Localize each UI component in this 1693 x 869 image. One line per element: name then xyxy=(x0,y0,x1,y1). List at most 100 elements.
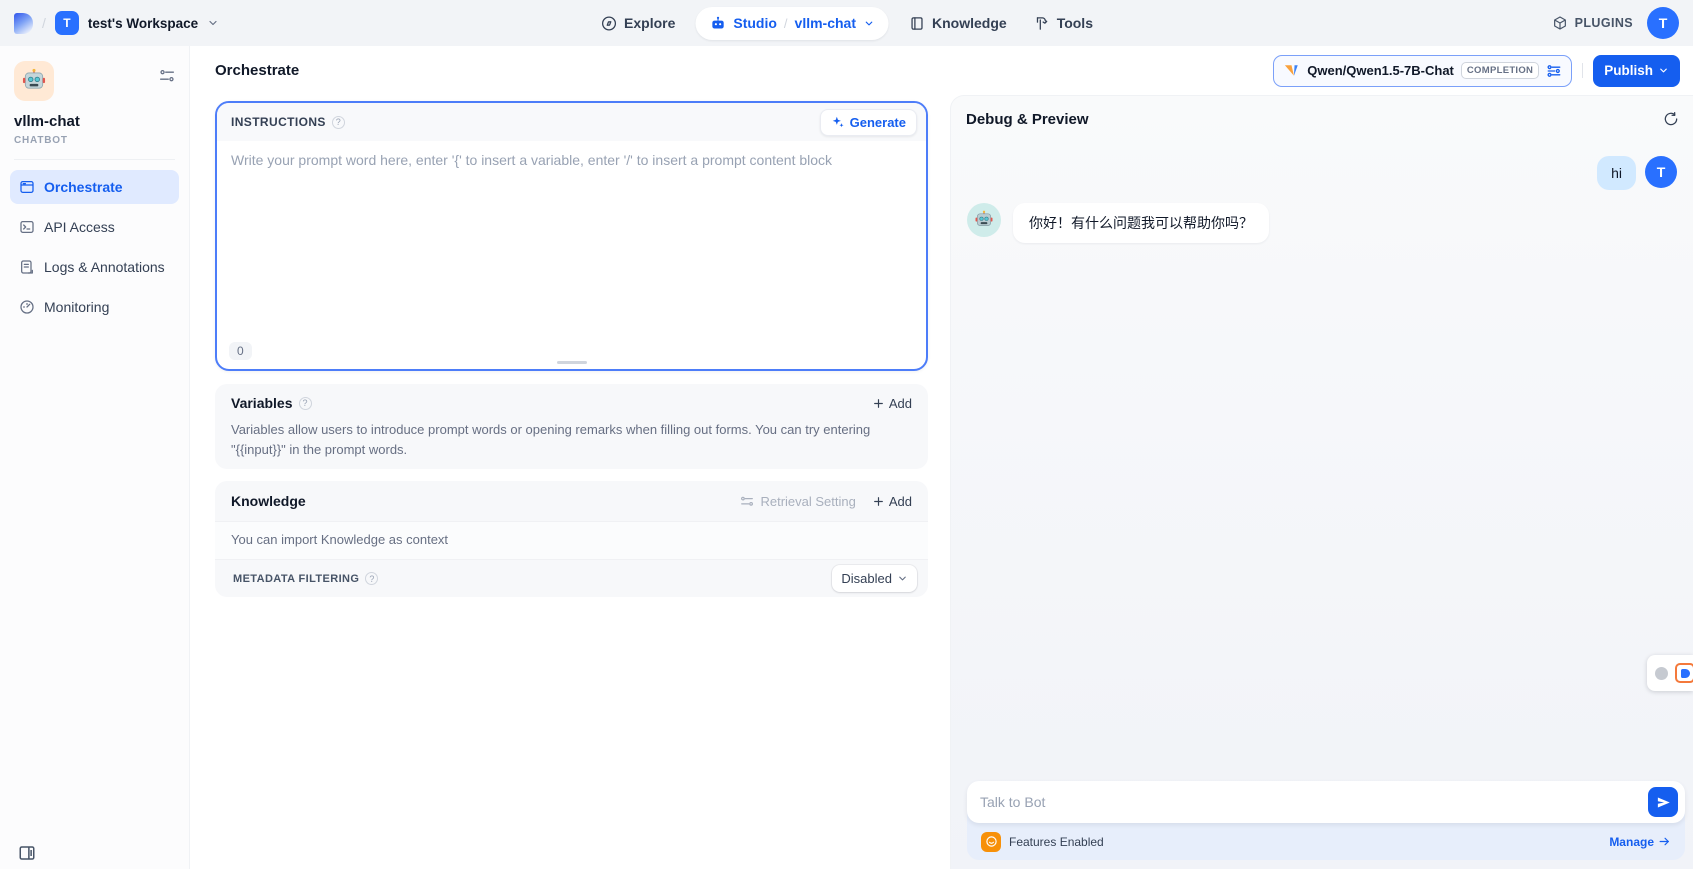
retrieval-setting-button[interactable]: Retrieval Setting xyxy=(740,494,855,509)
send-button[interactable] xyxy=(1648,787,1678,817)
model-mode-badge: COMPLETION xyxy=(1461,62,1539,79)
sidebar-item-label: Orchestrate xyxy=(44,179,123,195)
nav-explore[interactable]: Explore xyxy=(594,15,681,32)
user-message-bubble: hi xyxy=(1597,156,1636,190)
publish-button[interactable]: Publish xyxy=(1593,55,1680,87)
dify-logo[interactable] xyxy=(14,13,33,34)
sidebar-item-logs-annotations[interactable]: Logs & Annotations xyxy=(10,250,179,284)
help-icon[interactable]: ? xyxy=(365,572,378,585)
sidebar-item-label: API Access xyxy=(44,219,115,235)
tune-sliders-icon[interactable] xyxy=(1546,64,1562,78)
help-icon[interactable]: ? xyxy=(332,116,345,129)
app-operations-button[interactable] xyxy=(159,69,175,83)
smile-icon xyxy=(985,835,998,848)
restart-conversation-button[interactable] xyxy=(1659,107,1683,131)
user-chat-avatar: T xyxy=(1645,156,1677,188)
plus-icon xyxy=(872,495,885,508)
chat-area: hi T xyxy=(951,142,1693,771)
generate-button[interactable]: Generate xyxy=(820,109,917,136)
sidebar-app-type-badge: CHATBOT xyxy=(0,130,189,146)
sidebar: vllm-chat CHATBOT Orchestrate API Access… xyxy=(0,46,190,869)
features-icon xyxy=(981,832,1001,852)
title-row: Orchestrate Qwen/Qwen1.5-7B-Chat COMPLET… xyxy=(190,46,1693,95)
content-row: INSTRUCTIONS ? Generate 0 xyxy=(190,95,1693,869)
nav-knowledge-label: Knowledge xyxy=(932,15,1007,31)
logs-document-icon xyxy=(19,259,35,275)
manage-features-link[interactable]: Manage xyxy=(1609,835,1671,849)
vllm-logo-icon xyxy=(1283,62,1300,79)
explore-compass-icon xyxy=(600,15,617,32)
variables-header: Variables ? Add xyxy=(231,395,912,411)
nav-pill-slash: / xyxy=(784,16,788,31)
generate-label: Generate xyxy=(850,115,906,130)
topbar: / T test's Workspace Explore Studio / vl… xyxy=(0,0,1693,46)
sidebar-item-orchestrate[interactable]: Orchestrate xyxy=(10,170,179,204)
nav-current-app-label[interactable]: vllm-chat xyxy=(795,15,856,31)
user-avatar[interactable]: T xyxy=(1647,7,1679,39)
floating-extension-widget[interactable] xyxy=(1647,655,1693,691)
breadcrumb-slash: / xyxy=(42,15,46,31)
robot-emoji-icon xyxy=(21,68,47,94)
add-knowledge-button[interactable]: Add xyxy=(872,494,912,509)
chat-message-user: hi T xyxy=(967,156,1677,190)
restart-icon xyxy=(1663,111,1679,127)
nav-tools[interactable]: Tools xyxy=(1027,15,1099,32)
drag-dot-icon xyxy=(1655,667,1668,680)
features-wrap: Features Enabled Manage xyxy=(967,781,1685,860)
manage-label: Manage xyxy=(1609,835,1654,849)
chat-input[interactable] xyxy=(980,794,1648,810)
robot-emoji-icon xyxy=(974,210,994,230)
app-window: / T test's Workspace Explore Studio / vl… xyxy=(0,0,1693,869)
book-icon xyxy=(908,15,925,32)
topbar-left: / T test's Workspace xyxy=(14,11,219,35)
plugins-button[interactable]: PLUGINS xyxy=(1552,15,1633,31)
sidebar-item-api-access[interactable]: API Access xyxy=(10,210,179,244)
sparkles-icon xyxy=(831,115,845,129)
bot-chat-avatar xyxy=(967,203,1001,237)
resize-handle[interactable] xyxy=(557,361,587,364)
nav-tools-label: Tools xyxy=(1057,15,1093,31)
add-variable-button[interactable]: Add xyxy=(872,396,912,411)
nav-explore-label: Explore xyxy=(624,15,675,31)
sidebar-item-monitoring[interactable]: Monitoring xyxy=(10,290,179,324)
nav-studio-label: Studio xyxy=(733,15,777,31)
publish-label: Publish xyxy=(1604,63,1653,78)
debug-title: Debug & Preview xyxy=(966,111,1089,128)
metadata-filtering-select[interactable]: Disabled xyxy=(832,565,917,592)
hammer-icon xyxy=(1033,15,1050,32)
add-label: Add xyxy=(889,396,912,411)
nav-knowledge[interactable]: Knowledge xyxy=(902,15,1013,32)
gauge-icon xyxy=(19,299,35,315)
instructions-footer: 0 xyxy=(217,333,926,369)
topbar-right: PLUGINS T xyxy=(1552,7,1679,39)
help-icon[interactable]: ? xyxy=(299,397,312,410)
metadata-filtering-title: METADATA FILTERING xyxy=(233,573,359,585)
body: vllm-chat CHATBOT Orchestrate API Access… xyxy=(0,46,1693,869)
title-row-right: Qwen/Qwen1.5-7B-Chat COMPLETION Publish xyxy=(1273,55,1680,87)
knowledge-empty-text: You can import Knowledge as context xyxy=(215,521,928,560)
terminal-icon xyxy=(19,219,35,235)
app-robot-icon[interactable] xyxy=(14,61,54,101)
main-area: Orchestrate Qwen/Qwen1.5-7B-Chat COMPLET… xyxy=(190,46,1693,869)
chevron-down-icon xyxy=(897,573,908,584)
sidebar-item-label: Monitoring xyxy=(44,299,109,315)
chat-message-bot: 你好！有什么问题我可以帮助你吗？ xyxy=(967,203,1677,243)
char-count-badge: 0 xyxy=(229,342,252,360)
chevron-down-icon xyxy=(863,18,874,29)
instructions-input[interactable] xyxy=(231,152,912,322)
model-selector[interactable]: Qwen/Qwen1.5-7B-Chat COMPLETION xyxy=(1273,55,1572,87)
sidebar-divider xyxy=(14,159,175,160)
debug-header: Debug & Preview xyxy=(951,96,1693,142)
workspace-name[interactable]: test's Workspace xyxy=(88,16,198,31)
features-enabled-label: Features Enabled xyxy=(1009,835,1104,849)
chevron-down-icon xyxy=(207,17,219,29)
knowledge-panel: Knowledge Retrieval Setting Add xyxy=(215,481,928,597)
metadata-filtering-row: METADATA FILTERING ? Disabled xyxy=(215,560,928,597)
workspace-avatar[interactable]: T xyxy=(55,11,79,35)
nav-studio-pill[interactable]: Studio / vllm-chat xyxy=(695,7,888,40)
sidebar-collapse-button[interactable] xyxy=(18,844,36,862)
chat-footer: Features Enabled Manage xyxy=(967,781,1685,860)
sidebar-app-name: vllm-chat xyxy=(0,101,189,130)
extension-logo-icon xyxy=(1675,663,1693,683)
sidebar-item-label: Logs & Annotations xyxy=(44,259,165,275)
